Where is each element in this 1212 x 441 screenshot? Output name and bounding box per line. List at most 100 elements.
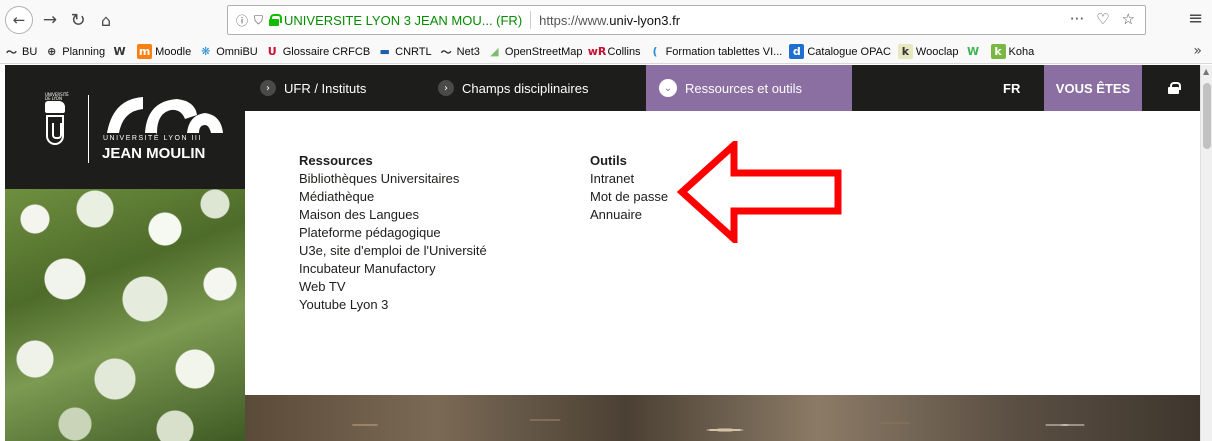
bookmark-label: CNRTL — [395, 45, 432, 58]
url-text[interactable]: https://www.univ-lyon3.fr — [539, 13, 680, 28]
scroll-up-icon[interactable]: ▲ — [1203, 67, 1209, 76]
hamburger-menu-icon[interactable]: ≡ — [1188, 8, 1203, 29]
login-lock-button[interactable] — [1158, 65, 1188, 111]
bookmark-item[interactable]: m Moodle — [137, 44, 191, 59]
link-mot-de-passe[interactable]: Mot de passe — [590, 188, 668, 206]
reload-button[interactable]: ↻ — [66, 6, 90, 34]
bookmark-star-icon[interactable]: ☆ — [1122, 10, 1135, 28]
bookmark-item[interactable]: W — [112, 44, 130, 59]
bookmark-item[interactable]: ◢ OpenStreetMap — [487, 44, 583, 59]
link-incubateur[interactable]: Incubateur Manufactory — [299, 260, 487, 278]
link-u3e-emploi[interactable]: U3e, site d'emploi de l'Université — [299, 242, 487, 260]
bookmark-label: Catalogue OPAC — [807, 45, 891, 58]
site-identity[interactable]: UNIVERSITE LYON 3 JEAN MOU... (FR) — [284, 13, 522, 28]
bookmark-item[interactable]: ❋ OmniBU — [198, 44, 258, 59]
site-info-icon[interactable]: ⓘ — [236, 12, 248, 29]
forward-button[interactable]: → — [38, 6, 62, 34]
bookmark-favicon-icon: W — [113, 45, 126, 58]
bookmark-favicon-icon: W — [966, 45, 980, 58]
nav-ressources-outils[interactable]: ⌄ Ressources et outils — [646, 65, 852, 111]
annotation-arrow-icon — [676, 141, 842, 243]
page-scrollbar[interactable]: ▲ — [1200, 65, 1212, 441]
bookmark-favicon-icon: 〜 — [6, 45, 17, 59]
bookmark-item[interactable]: (Formation tablettes VI... — [648, 44, 783, 59]
site-navigation: › UFR / Instituts › Champs disciplinaire… — [245, 65, 1200, 111]
ressources-column: Ressources Bibliothèques Universitaires … — [299, 152, 487, 314]
bookmark-favicon-icon: k — [897, 44, 913, 59]
bookmark-label: Wooclap — [915, 45, 959, 58]
link-maison-des-langues[interactable]: Maison des Langues — [299, 206, 487, 224]
bookmark-favicon-icon: k — [990, 44, 1006, 59]
outils-column: Outils Intranet Mot de passe Annuaire — [590, 152, 668, 224]
university-logo[interactable]: UNIVERSITÉ DE LYON UNIVERSITÉ LYON III J… — [5, 65, 245, 189]
url-domain: univ-lyon3.fr — [609, 12, 681, 28]
lock-icon — [1167, 82, 1181, 94]
link-plateforme-pedagogique[interactable]: Plateforme pédagogique — [299, 224, 487, 242]
bookmark-item[interactable]: 〜 Net3 — [439, 44, 480, 59]
nav-ufr-label: UFR / Instituts — [284, 80, 367, 96]
bookmarks-bar: 〜 BU ⊕ Planning Wm Moodle ❋ OmniBU U Glossaire CR… — [0, 40, 1212, 64]
bookmark-item[interactable]: W — [966, 44, 984, 59]
outils-heading: Outils — [590, 153, 627, 168]
scroll-thumb[interactable] — [1203, 83, 1211, 149]
pocket-icon[interactable]: ♡ — [1096, 10, 1109, 28]
bookmark-label: OpenStreetMap — [504, 45, 583, 58]
ressources-heading: Ressources — [299, 153, 373, 168]
bookmark-label: Glossaire CRFCB — [282, 45, 371, 58]
home-button[interactable]: ⌂ — [94, 6, 118, 34]
bookmark-item[interactable]: ▬ CNRTL — [377, 44, 431, 59]
web-page: UNIVERSITÉ DE LYON UNIVERSITÉ LYON III J… — [0, 65, 1212, 441]
secure-lock-icon[interactable] — [269, 14, 283, 26]
back-button[interactable]: ← — [5, 6, 33, 34]
tracking-shield-icon[interactable]: ⛉ — [254, 13, 263, 28]
bookmark-favicon-icon: wR — [587, 45, 607, 58]
blossom-photo — [5, 189, 245, 441]
bookmark-favicon-icon: U — [267, 45, 277, 58]
bookmark-item[interactable]: k Wooclap — [897, 44, 959, 59]
bookmark-label: Net3 — [456, 45, 480, 58]
nav-ressources-label: Ressources et outils — [685, 80, 803, 96]
bookmark-item[interactable]: k Koha — [990, 44, 1035, 59]
url-actions: ··· ♡ ☆ — [1070, 10, 1135, 28]
chevron-right-icon: › — [260, 80, 276, 96]
crest-icon: UNIVERSITÉ DE LYON — [45, 93, 69, 155]
shield-shape — [46, 115, 64, 145]
url-prefix: https://www. — [539, 12, 610, 28]
bookmark-item[interactable]: d Catalogue OPAC — [789, 44, 891, 59]
bookmark-favicon-icon: 〜 — [440, 45, 452, 59]
chevron-right-icon: › — [438, 80, 454, 96]
logo-arcs-icon — [107, 97, 223, 133]
nav-champs-disciplinaires[interactable]: › Champs disciplinaires — [438, 65, 588, 111]
bookmark-label: Collins — [607, 45, 641, 58]
vous-etes-button[interactable]: VOUS ÊTES — [1044, 65, 1142, 111]
bookmark-favicon-icon: ◢ — [490, 45, 499, 58]
lion-shape — [45, 101, 65, 113]
bookmark-favicon-icon: ▬ — [379, 45, 390, 58]
url-bar[interactable]: ⓘ ⛉ UNIVERSITE LYON 3 JEAN MOU... (FR) h… — [227, 5, 1146, 35]
link-youtube[interactable]: Youtube Lyon 3 — [299, 296, 487, 314]
url-separator — [530, 11, 532, 29]
link-intranet[interactable]: Intranet — [590, 170, 668, 188]
language-switch[interactable]: FR — [1003, 65, 1020, 111]
bookmark-label: Koha — [1008, 45, 1035, 58]
link-bibliotheques[interactable]: Bibliothèques Universitaires — [299, 170, 487, 188]
bookmark-item[interactable]: U Glossaire CRFCB — [265, 44, 370, 59]
browser-toolbar: ← → ↻ ⌂ ⓘ ⛉ UNIVERSITE LYON 3 JEAN MOU..… — [0, 0, 1212, 40]
link-mediatheque[interactable]: Médiathèque — [299, 188, 487, 206]
link-annuaire[interactable]: Annuaire — [590, 206, 668, 224]
bookmark-item[interactable]: ⊕ Planning — [44, 44, 105, 59]
chevron-down-icon: ⌄ — [659, 79, 677, 97]
bookmark-favicon-icon: ( — [652, 45, 658, 58]
nav-ufr-instituts[interactable]: › UFR / Instituts — [260, 65, 366, 111]
campus-photo — [245, 395, 1200, 441]
bookmark-favicon-icon: ❋ — [201, 45, 211, 58]
page-actions-icon[interactable]: ··· — [1070, 10, 1084, 28]
bookmark-item[interactable]: wR Collins — [587, 44, 641, 59]
bookmark-label: OmniBU — [216, 45, 258, 58]
bookmarks-overflow-icon[interactable]: » — [1193, 43, 1202, 59]
bookmark-label: Moodle — [155, 45, 192, 58]
link-web-tv[interactable]: Web TV — [299, 278, 487, 296]
bookmark-item[interactable]: 〜 BU — [4, 44, 37, 59]
bookmark-favicon-icon: ⊕ — [47, 45, 57, 58]
logo-subtitle: UNIVERSITÉ LYON III — [103, 135, 202, 142]
